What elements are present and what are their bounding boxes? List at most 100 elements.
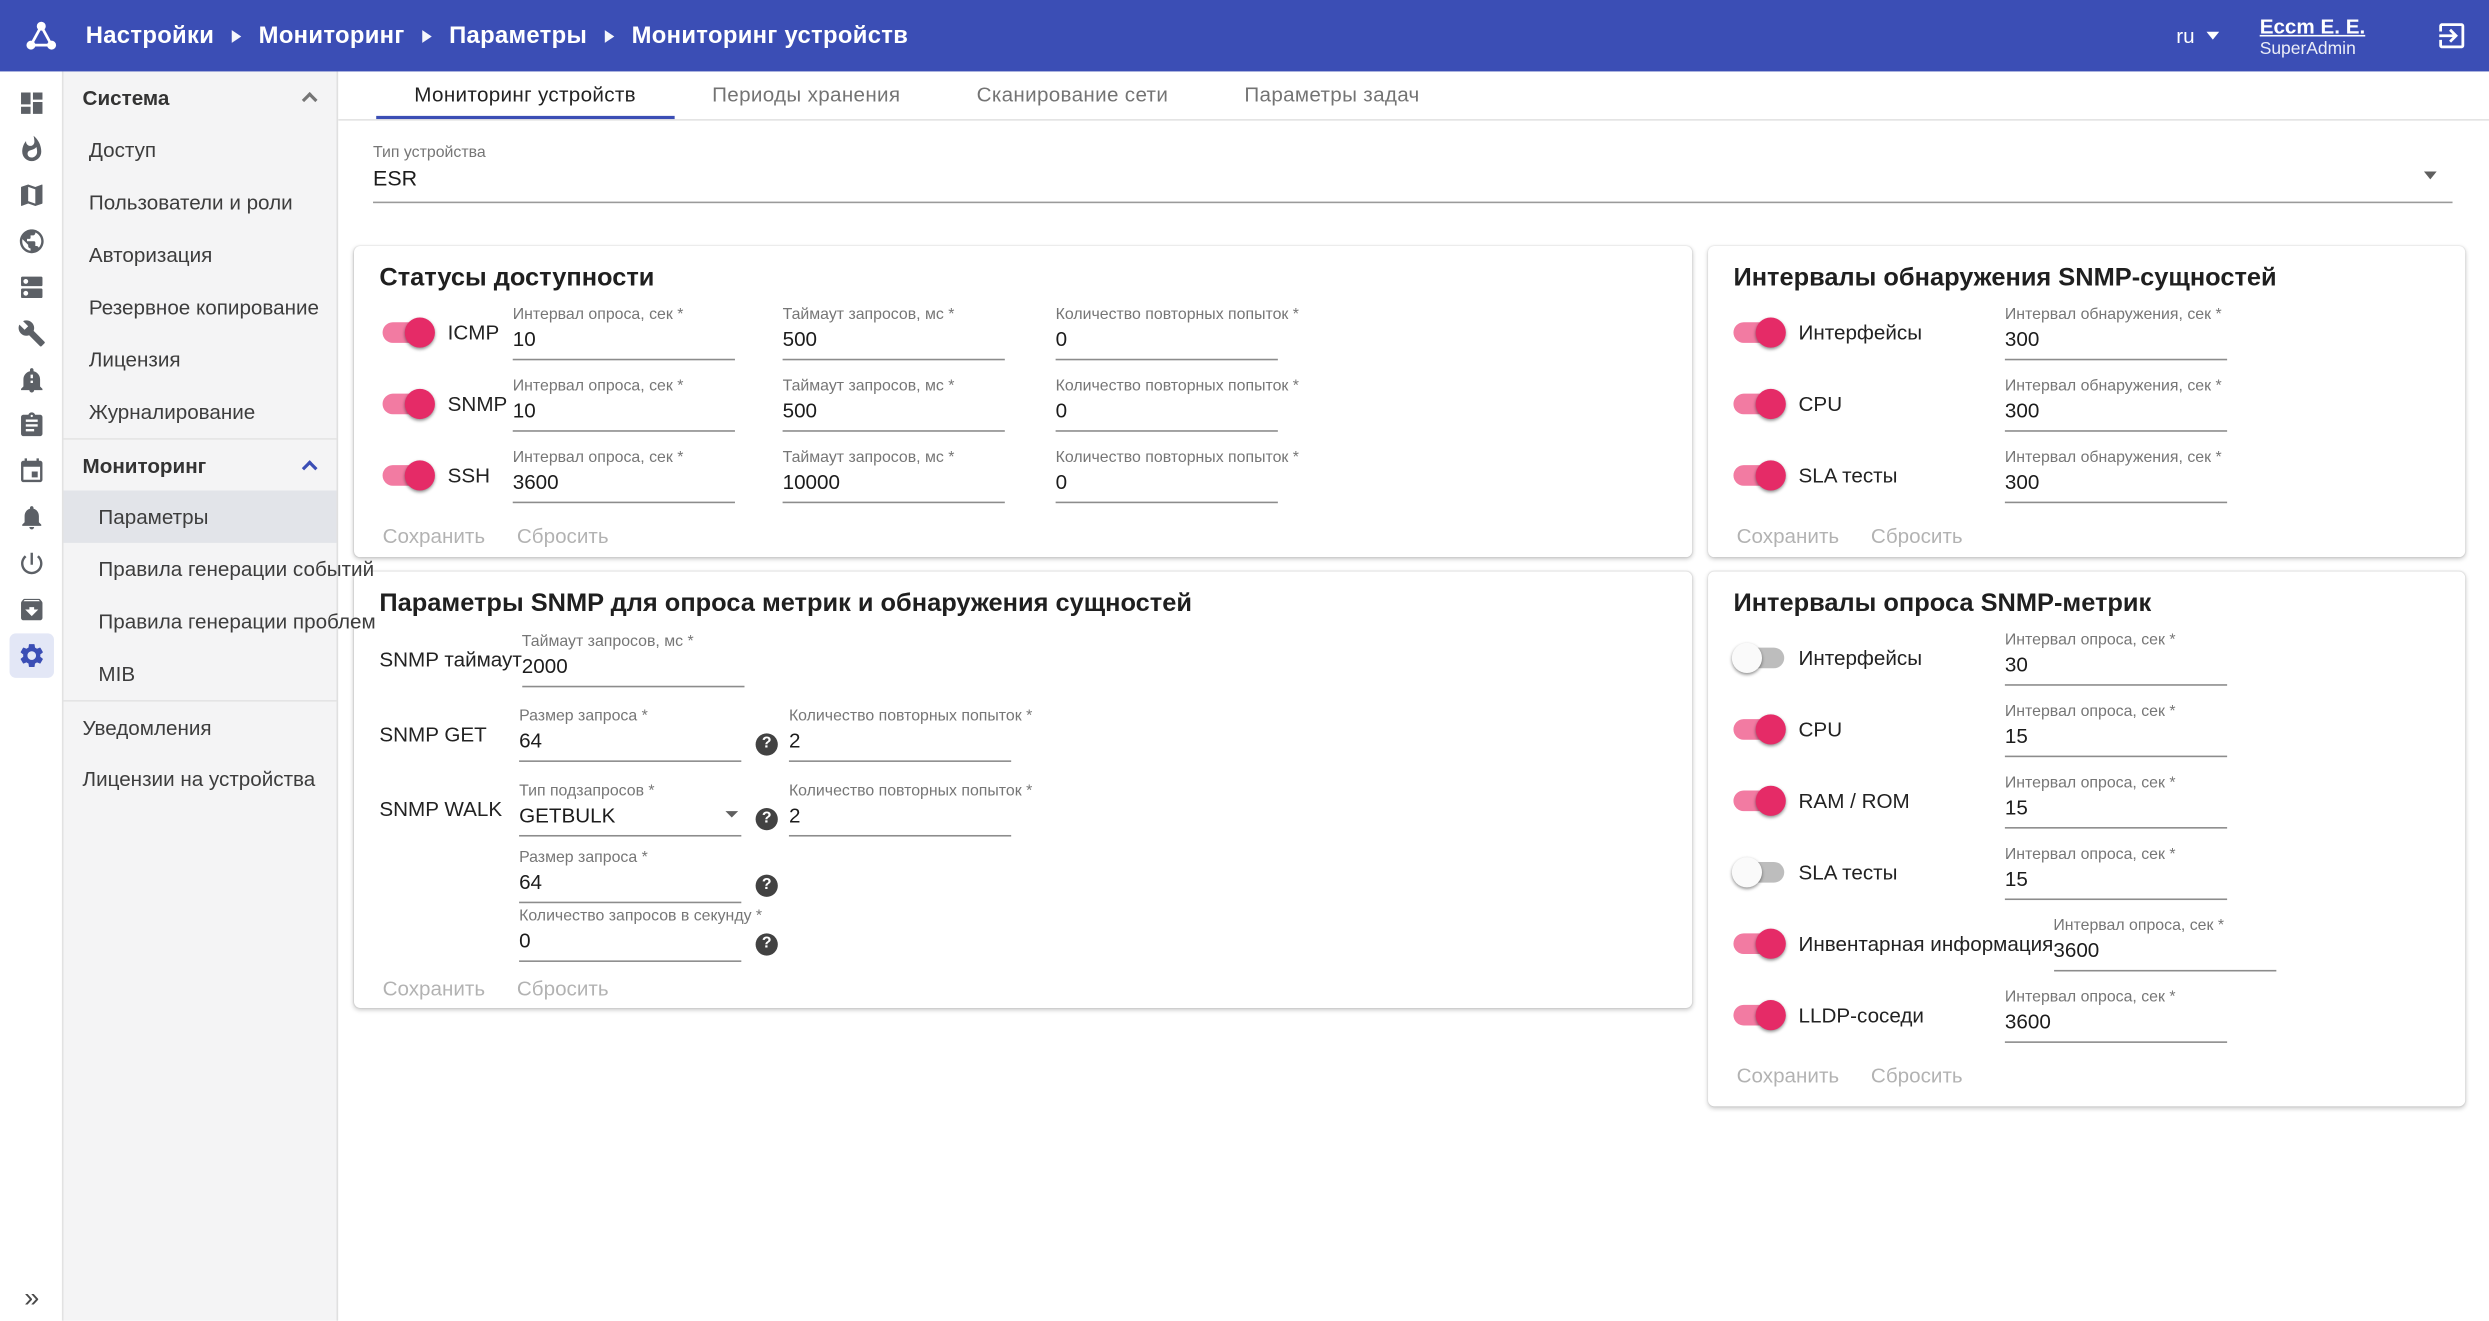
tab-device-monitoring[interactable]: Мониторинг устройств (376, 71, 674, 119)
tab-network-scan[interactable]: Сканирование сети (939, 71, 1207, 119)
icmp-toggle[interactable] (383, 322, 434, 343)
reset-button[interactable]: Сбросить (1871, 524, 1963, 548)
settings-icon[interactable] (9, 633, 53, 677)
device-type-select[interactable]: Тип устройства ESR (373, 141, 2452, 203)
power-icon[interactable] (9, 541, 53, 585)
app-logo-icon[interactable] (19, 13, 63, 57)
help-icon[interactable]: ? (756, 933, 778, 955)
sidebar-item-event-rules[interactable]: Правила генерации событий (63, 543, 336, 595)
snmp-walk-size-row: Размер запроса * 64 ? (379, 846, 1666, 905)
expand-sidebar-button[interactable]: » (0, 1283, 63, 1315)
sidebar-item-parameters[interactable]: Параметры (63, 491, 336, 543)
user-name[interactable]: Eccm E. E. (2260, 13, 2366, 37)
archive-icon[interactable] (9, 587, 53, 631)
sidebar-item-notifications[interactable]: Уведомления (63, 700, 336, 752)
snmp-get-size-input[interactable]: Размер запроса * 64 (519, 707, 741, 761)
sidebar-item-device-licenses[interactable]: Лицензии на устройства (63, 752, 336, 804)
incidents-icon[interactable] (9, 126, 53, 170)
tools-icon[interactable] (9, 310, 53, 354)
sidebar-item-license[interactable]: Лицензия (63, 333, 336, 385)
sla-polling-interval-input[interactable]: Интервал опроса, сек * 15 (2005, 845, 2227, 899)
sidebar-item-backup[interactable]: Резервное копирование (63, 281, 336, 333)
sla-discovery-interval-input[interactable]: Интервал обнаружения, сек * 300 (2005, 448, 2227, 502)
language-selector[interactable]: ru (2176, 24, 2218, 48)
breadcrumb-monitoring[interactable]: Мониторинг (259, 22, 405, 49)
tasks-icon[interactable] (9, 402, 53, 446)
interfaces-polling-row: Интерфейсы Интервал опроса, сек * 30 (1733, 622, 2439, 693)
network-icon[interactable] (9, 218, 53, 262)
snmp-timeout-input[interactable]: Таймаут запросов, мс * 2000 (522, 633, 744, 687)
user-role: SuperAdmin (2260, 39, 2366, 58)
reset-button[interactable]: Сбросить (1871, 1064, 1963, 1088)
tab-retention-periods[interactable]: Периоды хранения (674, 71, 938, 119)
ssh-timeout-input[interactable]: Таймаут запросов, мс * 10000 (783, 448, 1005, 502)
snmp-toggle[interactable] (383, 394, 434, 415)
cpu-polling-toggle[interactable] (1733, 719, 1784, 740)
ram-rom-polling-toggle[interactable] (1733, 791, 1784, 812)
ssh-retries-input[interactable]: Количество повторных попыток * 0 (1056, 448, 1278, 502)
cpu-discovery-toggle[interactable] (1733, 394, 1784, 415)
ssh-toggle[interactable] (383, 465, 434, 486)
snmp-walk-retries-input[interactable]: Количество повторных попыток * 2 (789, 782, 1011, 836)
icmp-poll-interval-input[interactable]: Интервал опроса, сек * 10 (513, 306, 735, 360)
inventory-polling-toggle[interactable] (1733, 933, 1784, 954)
snmp-get-retries-input[interactable]: Количество повторных попыток * 2 (789, 707, 1011, 761)
alerts-icon[interactable] (9, 356, 53, 400)
save-button[interactable]: Сохранить (383, 524, 486, 548)
schedule-icon[interactable] (9, 448, 53, 492)
snmp-walk-rps-input[interactable]: Количество запросов в секунду * 0 (519, 907, 741, 961)
snmp-walk-size-input[interactable]: Размер запроса * 64 (519, 848, 741, 902)
cpu-discovery-interval-input[interactable]: Интервал обнаружения, сек * 300 (2005, 377, 2227, 431)
tab-task-parameters[interactable]: Параметры задач (1206, 71, 1457, 119)
topbar: Настройки Мониторинг Параметры Мониторин… (0, 0, 2489, 71)
reset-button[interactable]: Сбросить (517, 524, 609, 548)
save-button[interactable]: Сохранить (383, 976, 486, 1000)
snmp-retries-input[interactable]: Количество повторных попыток * 0 (1056, 377, 1278, 431)
lldp-polling-interval-input[interactable]: Интервал опроса, сек * 3600 (2005, 988, 2227, 1042)
save-button[interactable]: Сохранить (1737, 1064, 1840, 1088)
sidebar-item-access[interactable]: Доступ (63, 124, 336, 176)
snmp-poll-interval-input[interactable]: Интервал опроса, сек * 10 (513, 377, 735, 431)
interfaces-polling-toggle[interactable] (1733, 648, 1784, 669)
snmp-timeout-input[interactable]: Таймаут запросов, мс * 500 (783, 377, 1005, 431)
breadcrumb-device-monitoring[interactable]: Мониторинг устройств (632, 22, 909, 49)
inventory-polling-interval-input[interactable]: Интервал опроса, сек * 3600 (2053, 917, 2275, 971)
help-icon[interactable]: ? (756, 733, 778, 755)
sidebar-section-system[interactable]: Система (63, 71, 336, 123)
ram-rom-polling-interval-input[interactable]: Интервал опроса, сек * 15 (2005, 774, 2227, 828)
chevron-up-icon (302, 459, 318, 475)
dashboard-icon[interactable] (9, 80, 53, 124)
snmp-walk-subtype-select[interactable]: Тип подзапросов * GETBULK (519, 782, 741, 836)
icmp-retries-input[interactable]: Количество повторных попыток * 0 (1056, 306, 1278, 360)
breadcrumb-settings[interactable]: Настройки (86, 22, 215, 49)
sla-polling-row: SLA тесты Интервал опроса, сек * 15 (1733, 837, 2439, 908)
sidebar-item-authorization[interactable]: Авторизация (63, 229, 336, 281)
interfaces-discovery-toggle[interactable] (1733, 322, 1784, 343)
sla-discovery-toggle[interactable] (1733, 465, 1784, 486)
sla-polling-toggle[interactable] (1733, 862, 1784, 883)
sidebar-item-journaling[interactable]: Журналирование (63, 386, 336, 438)
help-icon[interactable]: ? (756, 874, 778, 896)
logout-icon[interactable] (2432, 17, 2470, 55)
card-actions: Сохранить Сбросить (379, 976, 1666, 1000)
help-icon[interactable]: ? (756, 807, 778, 829)
reset-button[interactable]: Сбросить (517, 976, 609, 1000)
user-menu[interactable]: Eccm E. E. SuperAdmin (2260, 13, 2366, 57)
devices-icon[interactable] (9, 264, 53, 308)
sidebar-item-problem-rules[interactable]: Правила генерации проблем (63, 595, 336, 647)
cpu-polling-interval-input[interactable]: Интервал опроса, сек * 15 (2005, 702, 2227, 756)
ssh-poll-interval-input[interactable]: Интервал опроса, сек * 3600 (513, 448, 735, 502)
sidebar-section-monitoring[interactable]: Мониторинг (63, 438, 336, 490)
chevron-down-icon (725, 810, 738, 816)
interfaces-polling-interval-input[interactable]: Интервал опроса, сек * 30 (2005, 631, 2227, 685)
lldp-polling-toggle[interactable] (1733, 1005, 1784, 1026)
breadcrumb-parameters[interactable]: Параметры (449, 22, 587, 49)
notifications-icon[interactable] (9, 494, 53, 538)
map-icon[interactable] (9, 172, 53, 216)
snmp-discovery-card: Интервалы обнаружения SNMP-сущностей Инт… (1708, 246, 2465, 557)
save-button[interactable]: Сохранить (1737, 524, 1840, 548)
sidebar-item-users-roles[interactable]: Пользователи и роли (63, 176, 336, 228)
interfaces-discovery-interval-input[interactable]: Интервал обнаружения, сек * 300 (2005, 306, 2227, 360)
sidebar-item-mib[interactable]: MIB (63, 648, 336, 700)
icmp-timeout-input[interactable]: Таймаут запросов, мс * 500 (783, 306, 1005, 360)
